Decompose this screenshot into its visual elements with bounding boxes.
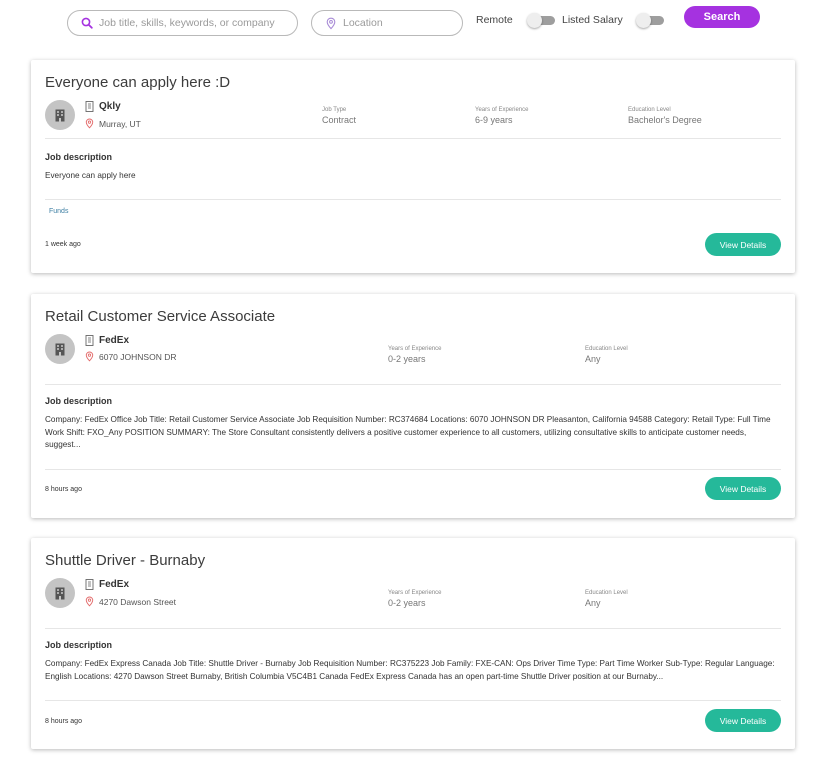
location-search-box[interactable] bbox=[311, 10, 463, 36]
job-description: Company: FedEx Office Job Title: Retail … bbox=[45, 415, 771, 449]
job-description: Everyone can apply here bbox=[45, 171, 136, 180]
search-icon bbox=[80, 16, 94, 30]
office-building-icon bbox=[55, 343, 65, 355]
company-row: FedEx bbox=[85, 579, 129, 590]
experience-value: 0-2 years bbox=[388, 354, 426, 364]
education-meta: Education Level Bachelor's Degree bbox=[628, 107, 702, 125]
company-name[interactable]: FedEx bbox=[99, 579, 129, 590]
office-building-icon bbox=[55, 587, 65, 599]
divider bbox=[45, 700, 781, 701]
view-details-button[interactable]: View Details bbox=[705, 709, 781, 732]
remote-toggle-knob bbox=[527, 13, 542, 28]
listed-salary-label: Listed Salary bbox=[562, 14, 623, 26]
search-bar: Remote Listed Salary Search bbox=[0, 0, 817, 46]
job-card: Retail Customer Service Associate FedEx … bbox=[31, 294, 795, 518]
search-button[interactable]: Search bbox=[684, 6, 760, 28]
company-row: FedEx bbox=[85, 335, 129, 346]
education-label: Education Level bbox=[628, 107, 671, 113]
job-description-heading: Job description bbox=[45, 640, 113, 650]
job-title[interactable]: Retail Customer Service Associate bbox=[45, 308, 275, 325]
job-location: Murray, UT bbox=[99, 118, 141, 129]
divider bbox=[45, 199, 781, 200]
education-value: Bachelor's Degree bbox=[628, 115, 702, 125]
company-name[interactable]: Qkly bbox=[99, 101, 121, 112]
company-name[interactable]: FedEx bbox=[99, 335, 129, 346]
job-title[interactable]: Everyone can apply here :D bbox=[45, 74, 230, 91]
location-row: Murray, UT bbox=[85, 118, 141, 129]
education-label: Education Level bbox=[585, 346, 628, 352]
building-icon bbox=[85, 579, 94, 590]
education-label: Education Level bbox=[585, 590, 628, 596]
experience-meta: Years of Experience 0-2 years bbox=[388, 346, 441, 364]
listed-salary-toggle-knob bbox=[636, 13, 651, 28]
job-type-label: Job Type bbox=[322, 107, 347, 113]
company-avatar bbox=[45, 578, 75, 608]
posted-time: 8 hours ago bbox=[45, 486, 82, 493]
job-title[interactable]: Shuttle Driver - Burnaby bbox=[45, 552, 205, 569]
job-card: Shuttle Driver - Burnaby FedEx 4270 Daws… bbox=[31, 538, 795, 749]
experience-meta: Years of Experience 6-9 years bbox=[475, 107, 528, 125]
location-pin-icon bbox=[85, 596, 94, 607]
education-meta: Education Level Any bbox=[585, 590, 628, 608]
company-row: Qkly bbox=[85, 101, 121, 112]
experience-label: Years of Experience bbox=[388, 346, 442, 352]
remote-label: Remote bbox=[476, 14, 513, 26]
education-value: Any bbox=[585, 354, 601, 364]
experience-value: 6-9 years bbox=[475, 115, 513, 125]
job-description: Company: FedEx Express Canada Job Title:… bbox=[45, 659, 775, 681]
building-icon bbox=[85, 335, 94, 346]
experience-label: Years of Experience bbox=[388, 590, 442, 596]
job-description-heading: Job description bbox=[45, 396, 113, 406]
location-pin-icon bbox=[85, 351, 94, 362]
job-card: Everyone can apply here :D Qkly Murray, … bbox=[31, 60, 795, 273]
experience-label: Years of Experience bbox=[475, 107, 529, 113]
view-details-button[interactable]: View Details bbox=[705, 233, 781, 256]
education-meta: Education Level Any bbox=[585, 346, 628, 364]
location-row: 6070 JOHNSON DR bbox=[85, 351, 176, 362]
job-location: 6070 JOHNSON DR bbox=[99, 351, 177, 362]
company-avatar bbox=[45, 100, 75, 130]
divider bbox=[45, 138, 781, 139]
education-value: Any bbox=[585, 598, 601, 608]
divider bbox=[45, 384, 781, 385]
remote-toggle[interactable] bbox=[527, 13, 555, 28]
company-avatar bbox=[45, 334, 75, 364]
job-type-meta: Job Type Contract bbox=[322, 107, 356, 125]
experience-meta: Years of Experience 0-2 years bbox=[388, 590, 441, 608]
keywords-search-box[interactable] bbox=[67, 10, 298, 36]
job-description-heading: Job description bbox=[45, 152, 113, 162]
experience-value: 0-2 years bbox=[388, 598, 426, 608]
job-tag[interactable]: Funds bbox=[49, 208, 68, 215]
location-pin-icon bbox=[85, 118, 94, 129]
building-icon bbox=[85, 101, 94, 112]
job-location: 4270 Dawson Street bbox=[99, 596, 177, 607]
office-building-icon bbox=[55, 109, 65, 121]
job-type-value: Contract bbox=[322, 115, 357, 125]
location-input[interactable] bbox=[343, 17, 462, 29]
posted-time: 8 hours ago bbox=[45, 718, 82, 725]
location-row: 4270 Dawson Street bbox=[85, 596, 176, 607]
location-pin-icon bbox=[324, 16, 338, 30]
divider bbox=[45, 469, 781, 470]
view-details-button[interactable]: View Details bbox=[705, 477, 781, 500]
listed-salary-toggle[interactable] bbox=[636, 13, 664, 28]
divider bbox=[45, 628, 781, 629]
keywords-input[interactable] bbox=[99, 17, 297, 29]
posted-time: 1 week ago bbox=[45, 241, 81, 248]
